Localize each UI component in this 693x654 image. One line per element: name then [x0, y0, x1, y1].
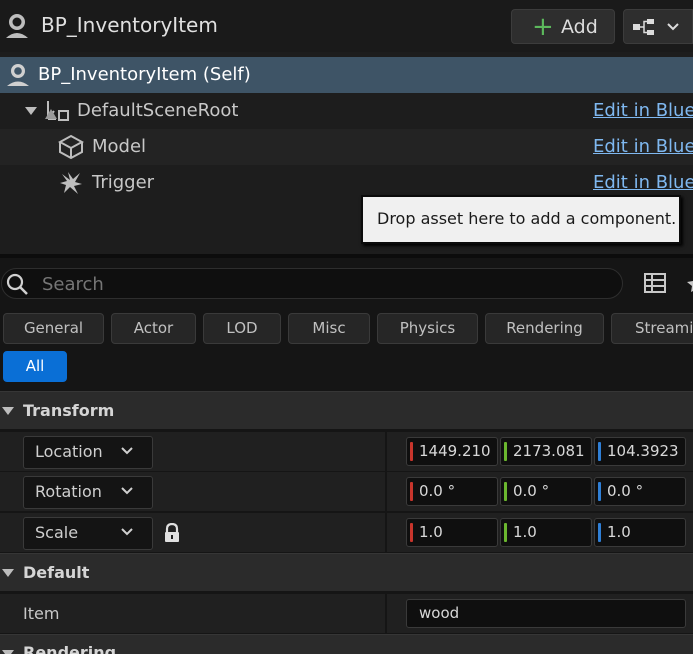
- lock-icon[interactable]: [163, 523, 181, 543]
- y-axis-marker: [504, 523, 507, 542]
- filter-all[interactable]: All: [3, 351, 67, 382]
- plus-icon: +: [532, 12, 554, 42]
- chevron-down-icon: [667, 23, 679, 31]
- tree-row-self[interactable]: BP_InventoryItem (Self): [0, 57, 693, 93]
- blueprint-header: BP_InventoryItem + Add: [0, 0, 693, 52]
- property-rotation: Rotation 0.0 ° 0.0 ° 0.0 °: [0, 471, 693, 512]
- scale-z-value: 1.0: [607, 523, 631, 541]
- y-axis-marker: [504, 442, 507, 461]
- location-y-field[interactable]: 2173.081: [500, 437, 592, 466]
- scale-y-value: 1.0: [513, 523, 537, 541]
- location-z-field[interactable]: 104.3923: [594, 437, 686, 466]
- edit-in-blueprint-link[interactable]: Edit in Blue: [593, 100, 693, 121]
- rotation-y-value: 0.0 °: [513, 482, 550, 500]
- tree-row-label: BP_InventoryItem (Self): [38, 64, 251, 85]
- collapse-triangle-icon: [2, 407, 14, 415]
- column-divider: [385, 432, 387, 472]
- section-title: Rendering: [23, 643, 117, 654]
- property-location: Location 1449.210 2173.081 104.3923: [0, 431, 693, 472]
- scale-x-field[interactable]: 1.0: [406, 518, 498, 547]
- scale-x-value: 1.0: [419, 523, 443, 541]
- search-box[interactable]: [1, 268, 623, 299]
- add-component-button[interactable]: + Add: [511, 9, 615, 44]
- section-default[interactable]: Default: [0, 553, 693, 591]
- blueprint-title: BP_InventoryItem: [41, 13, 218, 37]
- rotation-z-value: 0.0 °: [607, 482, 644, 500]
- scale-y-field[interactable]: 1.0: [500, 518, 592, 547]
- tree-row-label: Model: [92, 136, 147, 157]
- section-title: Default: [23, 563, 90, 582]
- drop-asset-tooltip: Drop asset here to add a component.: [361, 195, 681, 244]
- filter-actor[interactable]: Actor: [111, 313, 196, 344]
- item-value-field[interactable]: wood: [406, 599, 686, 628]
- tree-row-defaultsceneroot[interactable]: DefaultSceneRoot Edit in Blue: [0, 93, 693, 129]
- z-axis-marker: [598, 442, 601, 461]
- hierarchy-icon: [633, 19, 654, 35]
- chevron-down-icon: [121, 447, 133, 455]
- tree-row-label: Trigger: [92, 172, 155, 193]
- x-axis-marker: [410, 482, 413, 501]
- z-axis-marker: [598, 482, 601, 501]
- filter-physics[interactable]: Physics: [377, 313, 478, 344]
- filter-general[interactable]: General: [3, 313, 104, 344]
- expand-triangle-icon[interactable]: [24, 106, 38, 116]
- chevron-down-icon: [121, 528, 133, 536]
- filter-rendering[interactable]: Rendering: [485, 313, 604, 344]
- location-mode-dropdown[interactable]: Location: [23, 436, 153, 469]
- column-divider: [385, 594, 387, 634]
- filter-misc[interactable]: Misc: [288, 313, 370, 344]
- property-label: Scale: [35, 523, 79, 542]
- property-item: Item wood: [0, 593, 693, 634]
- edit-in-blueprint-link[interactable]: Edit in Blue: [593, 172, 693, 193]
- blueprint-options-button[interactable]: [623, 9, 693, 44]
- location-x-field[interactable]: 1449.210: [406, 437, 498, 466]
- section-title: Transform: [23, 401, 115, 420]
- location-z-value: 104.3923: [607, 442, 679, 460]
- column-divider: [385, 513, 387, 553]
- filter-streaming[interactable]: Streaming: [611, 313, 693, 344]
- rotation-x-field[interactable]: 0.0 °: [406, 477, 498, 506]
- scale-z-field[interactable]: 1.0: [594, 518, 686, 547]
- scale-mode-dropdown[interactable]: Scale: [23, 517, 153, 550]
- tree-row-model[interactable]: Model Edit in Blue: [0, 129, 693, 165]
- column-divider: [385, 472, 387, 512]
- property-label: Rotation: [35, 482, 102, 501]
- actor-component-icon: [6, 14, 28, 38]
- location-y-value: 2173.081: [513, 442, 585, 460]
- filter-lod[interactable]: LOD: [203, 313, 281, 344]
- rotation-z-field[interactable]: 0.0 °: [594, 477, 686, 506]
- z-axis-marker: [598, 523, 601, 542]
- section-transform[interactable]: Transform: [0, 391, 693, 429]
- property-scale: Scale 1.0 1.0 1.0: [0, 512, 693, 553]
- search-input[interactable]: [40, 271, 604, 298]
- tree-row-label: DefaultSceneRoot: [77, 100, 239, 121]
- rotation-y-field[interactable]: 0.0 °: [500, 477, 592, 506]
- search-icon: [6, 273, 28, 295]
- collapse-triangle-icon: [2, 569, 14, 577]
- rotation-x-value: 0.0 °: [419, 482, 456, 500]
- add-button-label: Add: [561, 16, 598, 38]
- favorites-star-icon[interactable]: [683, 272, 693, 296]
- collision-trigger-icon: [60, 172, 82, 194]
- property-matrix-icon[interactable]: [643, 271, 667, 295]
- static-mesh-icon: [58, 134, 84, 160]
- collapse-triangle-icon: [2, 650, 14, 654]
- x-axis-marker: [410, 523, 413, 542]
- edit-in-blueprint-link[interactable]: Edit in Blue: [593, 136, 693, 157]
- scene-root-icon: [45, 101, 69, 121]
- rotation-mode-dropdown[interactable]: Rotation: [23, 476, 153, 509]
- x-axis-marker: [410, 442, 413, 461]
- actor-component-icon: [7, 64, 29, 86]
- section-rendering[interactable]: Rendering: [0, 634, 693, 654]
- property-label: Location: [35, 442, 103, 461]
- y-axis-marker: [504, 482, 507, 501]
- location-x-value: 1449.210: [419, 442, 491, 460]
- chevron-down-icon: [121, 487, 133, 495]
- property-label: Item: [23, 604, 60, 623]
